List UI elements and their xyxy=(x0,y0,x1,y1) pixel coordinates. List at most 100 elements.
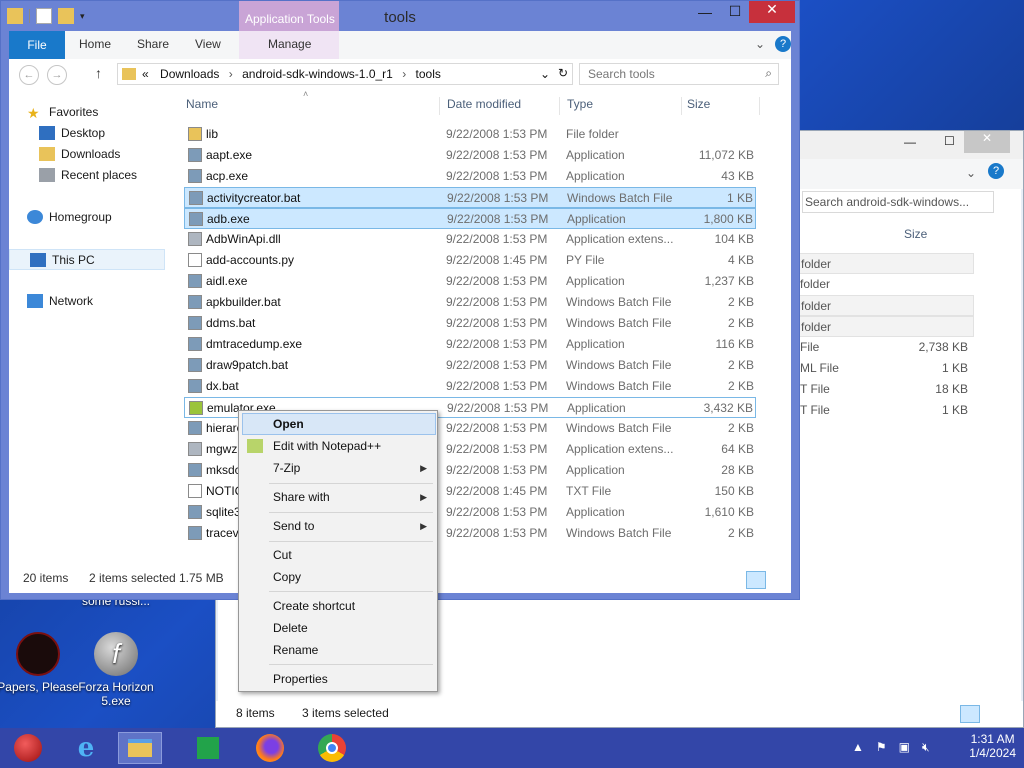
menu-rename[interactable]: Rename xyxy=(273,643,318,657)
table-row[interactable]: dx.bat 9/22/2008 1:53 PM Windows Batch Fil… xyxy=(184,376,756,397)
menu-properties[interactable]: Properties xyxy=(273,672,328,686)
search-icon[interactable]: ⌕ xyxy=(765,66,772,81)
cell-type: Application xyxy=(567,212,626,226)
cell-size: 1,237 KB xyxy=(704,274,754,288)
nav-downloads[interactable]: Downloads xyxy=(39,147,120,161)
menu-open[interactable]: Open xyxy=(273,417,304,431)
bg-table-row[interactable]: T File 1 KB xyxy=(798,400,974,421)
bg-table-row[interactable]: folder xyxy=(798,274,974,295)
bg-table-row[interactable]: folder xyxy=(798,253,974,274)
nav-desktop[interactable]: Desktop xyxy=(39,126,105,140)
column-sep[interactable] xyxy=(559,97,560,115)
menu-share-with[interactable]: Share with xyxy=(273,490,330,504)
breadcrumb-downloads[interactable]: Downloads xyxy=(160,67,219,81)
column-sep[interactable] xyxy=(439,97,440,115)
table-row[interactable]: adb.exe 9/22/2008 1:53 PM Application 1,800… xyxy=(184,208,756,229)
table-row[interactable]: lib 9/22/2008 1:53 PM File folder xyxy=(184,124,756,145)
nav-recent[interactable]: Recent places xyxy=(39,168,137,182)
column-sep[interactable] xyxy=(681,97,682,115)
column-name[interactable]: Name xyxy=(186,97,218,111)
menu-delete[interactable]: Delete xyxy=(273,621,308,635)
computer-icon xyxy=(30,252,46,267)
back-button[interactable]: ← xyxy=(19,65,39,85)
table-row[interactable]: apkbuilder.bat 9/22/2008 1:53 PM Windows B… xyxy=(184,292,756,313)
table-row[interactable]: AdbWinApi.dll 9/22/2008 1:53 PM Applicatio… xyxy=(184,229,756,250)
table-row[interactable]: aapt.exe 9/22/2008 1:53 PM Application 11,0… xyxy=(184,145,756,166)
clock[interactable]: 1:31 AM 1/4/2024 xyxy=(969,732,1016,760)
bg-large-icons-button[interactable] xyxy=(984,705,1004,723)
breadcrumb-sdk[interactable]: android-sdk-windows-1.0_r1 xyxy=(242,67,393,81)
minimize-button[interactable]: — xyxy=(689,4,721,26)
table-row[interactable]: add-accounts.py 9/22/2008 1:45 PM PY File 4… xyxy=(184,250,756,271)
taskbar-store[interactable] xyxy=(186,732,230,764)
taskbar-explorer[interactable] xyxy=(118,732,162,764)
nav-this-pc[interactable]: This PC xyxy=(9,249,165,270)
bg-search-input[interactable]: Search android-sdk-windows... xyxy=(802,191,994,213)
bg-table-row[interactable]: T File 18 KB xyxy=(798,379,974,400)
bg-chevron-down-icon[interactable]: ⌄ xyxy=(966,166,976,180)
taskbar-chrome[interactable] xyxy=(310,732,354,764)
search-input[interactable]: Search tools ⌕ xyxy=(579,63,779,85)
show-hidden-icons[interactable]: ▲ xyxy=(852,740,864,755)
nav-homegroup[interactable]: Homegroup xyxy=(27,210,112,224)
bg-details-view-button[interactable] xyxy=(960,705,980,723)
file-icon xyxy=(188,379,202,393)
bg-table-row[interactable]: folder xyxy=(798,316,974,337)
menu-7zip[interactable]: 7-Zip xyxy=(273,461,300,475)
details-view-button[interactable] xyxy=(746,571,766,589)
bg-close-button[interactable]: ✕ xyxy=(964,131,1010,153)
nav-favorites[interactable]: ★ Favorites xyxy=(27,105,98,121)
bg-table-row[interactable]: folder xyxy=(798,295,974,316)
table-row[interactable]: dmtracedump.exe 9/22/2008 1:53 PM Applicat… xyxy=(184,334,756,355)
table-row[interactable]: ddms.bat 9/22/2008 1:53 PM Windows Batch F… xyxy=(184,313,756,334)
bg-table-row[interactable]: ML File 1 KB xyxy=(798,358,974,379)
close-button[interactable]: ✕ xyxy=(749,1,795,23)
breadcrumb[interactable]: « Downloads › android-sdk-windows-1.0_r1… xyxy=(117,63,573,85)
network-status-icon[interactable]: ▣ xyxy=(899,740,910,755)
menu-send-to[interactable]: Send to xyxy=(273,519,314,533)
cell-date: 9/22/2008 1:53 PM xyxy=(446,463,548,477)
table-row[interactable]: draw9patch.bat 9/22/2008 1:53 PM Windows B… xyxy=(184,355,756,376)
column-type[interactable]: Type xyxy=(567,97,593,111)
up-button[interactable]: ↑ xyxy=(95,65,102,81)
help-icon[interactable]: ? xyxy=(775,36,791,52)
ribbon-expand-icon[interactable]: ⌄ xyxy=(755,37,765,51)
action-center-flag-icon[interactable]: ⚑ xyxy=(876,740,887,755)
bg-minimize-button[interactable]: — xyxy=(904,135,916,149)
menu-copy[interactable]: Copy xyxy=(273,570,301,584)
menu-edit-notepad[interactable]: Edit with Notepad++ xyxy=(273,439,381,453)
large-icons-button[interactable] xyxy=(769,571,789,589)
column-sep[interactable] xyxy=(759,97,760,115)
forward-button[interactable]: → xyxy=(47,65,67,85)
tab-share[interactable]: Share xyxy=(137,37,169,51)
menu-cut[interactable]: Cut xyxy=(273,548,292,562)
bg-table-row[interactable]: File 2,738 KB xyxy=(798,337,974,358)
table-row[interactable]: acp.exe 9/22/2008 1:53 PM Application 43 KB xyxy=(184,166,756,187)
bg-help-icon[interactable]: ? xyxy=(988,163,1004,179)
taskbar-ie[interactable]: e xyxy=(64,732,108,764)
homegroup-icon xyxy=(27,210,43,224)
cell-type: Application xyxy=(566,337,625,351)
tab-home[interactable]: Home xyxy=(79,37,111,51)
maximize-button[interactable]: ☐ xyxy=(719,3,751,25)
breadcrumb-overflow[interactable]: « xyxy=(142,67,149,81)
nav-network[interactable]: Network xyxy=(27,294,93,308)
nav-label: Network xyxy=(49,294,94,308)
tab-view[interactable]: View xyxy=(195,37,221,51)
refresh-icon[interactable]: ↻ xyxy=(558,66,568,80)
tab-file[interactable]: File xyxy=(9,31,65,59)
menu-create-shortcut[interactable]: Create shortcut xyxy=(273,599,355,613)
taskbar-firefox[interactable] xyxy=(248,732,292,764)
file-icon xyxy=(188,442,202,456)
table-row[interactable]: activitycreator.bat 9/22/2008 1:53 PM Wind… xyxy=(184,187,756,208)
column-date[interactable]: Date modified xyxy=(447,97,521,111)
bg-maximize-button[interactable]: ☐ xyxy=(944,134,955,148)
volume-muted-icon[interactable]: 🔇︎ xyxy=(922,740,930,755)
tab-manage[interactable]: Manage xyxy=(268,37,311,51)
column-size[interactable]: Size xyxy=(687,97,710,111)
breadcrumb-tools[interactable]: tools xyxy=(416,67,441,81)
address-dropdown-icon[interactable]: ⌄ xyxy=(540,67,550,81)
desktop-icon-forza[interactable]: f Forza Horizon 5.exe xyxy=(66,632,166,708)
table-row[interactable]: aidl.exe 9/22/2008 1:53 PM Application 1,23… xyxy=(184,271,756,292)
start-orb-button[interactable] xyxy=(6,732,50,764)
